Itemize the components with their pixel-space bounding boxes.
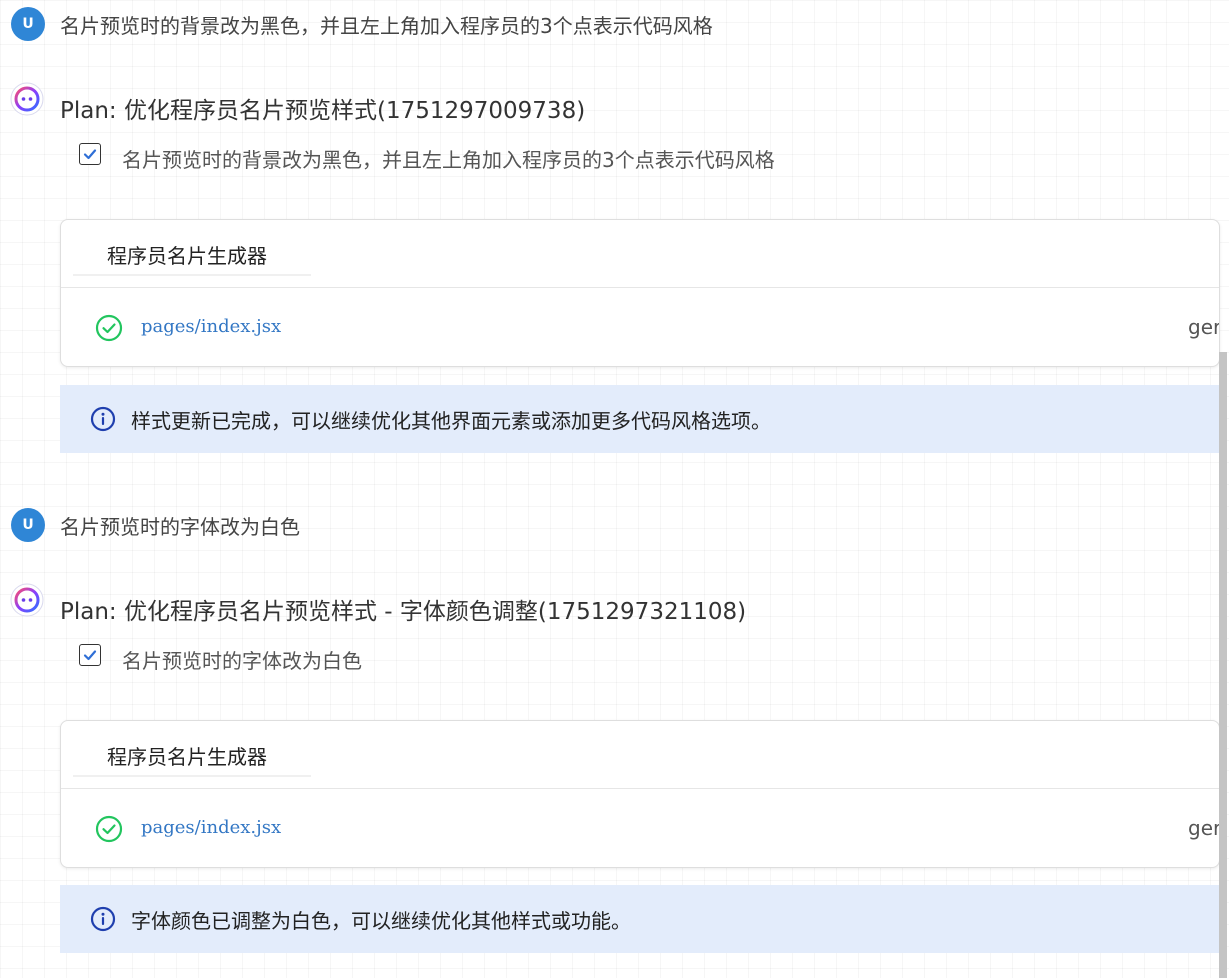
info-banner: 字体颜色已调整为白色，可以继续优化其他样式或功能。 bbox=[60, 885, 1220, 953]
task-checkbox[interactable] bbox=[79, 644, 101, 666]
info-icon bbox=[90, 406, 116, 432]
bot-icon bbox=[10, 583, 44, 617]
card-header: 程序员名片生成器 bbox=[61, 220, 1219, 288]
card-title: 程序员名片生成器 bbox=[107, 244, 267, 268]
bot-icon bbox=[10, 82, 44, 116]
project-card: 程序员名片生成器 pages/index.jsx ger bbox=[60, 219, 1220, 367]
file-link[interactable]: pages/index.jsx bbox=[141, 316, 281, 337]
project-card: 程序员名片生成器 pages/index.jsx ger bbox=[60, 720, 1220, 868]
info-icon bbox=[90, 906, 116, 932]
check-circle-icon bbox=[95, 815, 123, 843]
file-tag: ger bbox=[1188, 315, 1220, 339]
plan-title: Plan: 优化程序员名片预览样式 - 字体颜色调整(1751297321108… bbox=[60, 599, 747, 625]
card-header: 程序员名片生成器 bbox=[61, 721, 1219, 789]
user-avatar: U bbox=[11, 7, 45, 41]
user-avatar: U bbox=[11, 508, 45, 542]
check-circle-icon bbox=[95, 314, 123, 342]
file-link[interactable]: pages/index.jsx bbox=[141, 817, 281, 838]
user-message-text: 名片预览时的背景改为黑色，并且左上角加入程序员的3个点表示代码风格 bbox=[60, 14, 713, 38]
task-label: 名片预览时的背景改为黑色，并且左上角加入程序员的3个点表示代码风格 bbox=[122, 148, 775, 172]
info-banner: 样式更新已完成，可以继续优化其他界面元素或添加更多代码风格选项。 bbox=[60, 385, 1220, 453]
task-checkbox[interactable] bbox=[79, 143, 101, 165]
scrollbar[interactable] bbox=[1217, 0, 1229, 978]
info-text: 字体颜色已调整为白色，可以继续优化其他样式或功能。 bbox=[131, 909, 631, 933]
card-title: 程序员名片生成器 bbox=[107, 745, 267, 769]
card-title-underline bbox=[73, 274, 311, 276]
file-tag: ger bbox=[1188, 816, 1220, 840]
user-message-text: 名片预览时的字体改为白色 bbox=[60, 515, 300, 539]
checkmark-icon bbox=[83, 650, 97, 661]
scrollbar-thumb[interactable] bbox=[1219, 352, 1227, 978]
info-text: 样式更新已完成，可以继续优化其他界面元素或添加更多代码风格选项。 bbox=[131, 409, 771, 433]
task-label: 名片预览时的字体改为白色 bbox=[122, 649, 362, 673]
card-title-underline bbox=[73, 775, 311, 777]
checkmark-icon bbox=[83, 149, 97, 160]
plan-title: Plan: 优化程序员名片预览样式(1751297009738) bbox=[60, 98, 586, 124]
